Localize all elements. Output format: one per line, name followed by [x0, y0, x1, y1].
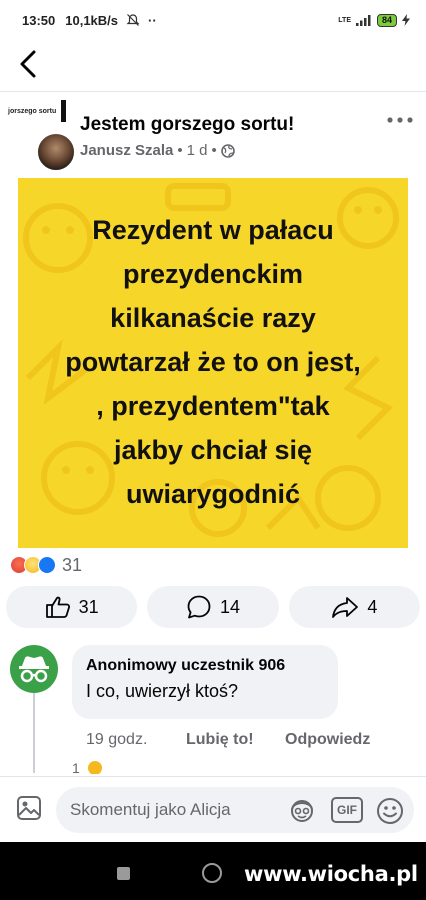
home-button[interactable] [202, 863, 222, 883]
comment-bubble[interactable]: Anonimowy uczestnik 906 I co, uwierzył k… [72, 645, 338, 719]
watermark: www.wiocha.pl [244, 862, 418, 886]
comment-meta: 19 godz. Lubię to! Odpowiedz [86, 731, 370, 749]
watermark-prefix: www. [244, 862, 308, 886]
comment-button[interactable]: 14 [147, 586, 279, 628]
battery-icon: 84 [376, 13, 397, 27]
author-avatar[interactable] [36, 132, 76, 172]
post-time[interactable]: 1 d [187, 142, 208, 159]
meta-separator: • [211, 142, 217, 159]
globe-icon [220, 143, 235, 158]
status-network-speed: 10,1kB/s [65, 12, 119, 28]
image-line: jakby chciał się [113, 435, 313, 465]
comment-count: 14 [219, 596, 240, 617]
notifications-muted-icon [126, 14, 140, 26]
image-line: powtarzał że to on jest, [65, 347, 361, 377]
like-button[interactable]: 31 [6, 586, 138, 628]
share-button[interactable]: 4 [288, 586, 420, 628]
group-logo-text: jorszego sortu [8, 107, 57, 115]
image-line: , prezydentem"tak [96, 391, 330, 421]
image-line: Rezydent w pałacu [92, 215, 334, 245]
top-nav [0, 40, 426, 92]
group-logo[interactable]: jorszego sortu [8, 100, 66, 122]
emoji-icon[interactable] [375, 796, 405, 826]
watermark-name: wiocha [307, 862, 389, 886]
watermark-suffix: .pl [388, 862, 418, 886]
photo-icon[interactable] [16, 795, 42, 821]
screen: 13:50 10,1kB/s ·· LTE 84 jorszego sortu … [0, 0, 426, 900]
comment-text: I co, uwierzył ktoś? [86, 681, 239, 701]
post-header: jorszego sortu Jestem gorszego sortu! Ja… [0, 92, 426, 178]
reaction-count: 31 [62, 554, 83, 575]
back-arrow-icon[interactable] [14, 48, 46, 80]
share-icon [332, 597, 359, 618]
post-meta: Janusz Szala • 1 d • [80, 142, 235, 159]
more-options-icon[interactable] [384, 110, 416, 130]
gif-label: GIF [337, 803, 357, 817]
commenter-avatar[interactable] [10, 645, 58, 693]
status-right: LTE 84 [338, 13, 410, 27]
anonymous-user-icon [19, 656, 49, 683]
status-bar: 13:50 10,1kB/s ·· LTE 84 [0, 0, 426, 40]
status-dots: ·· [148, 12, 157, 28]
image-line: prezydenckim [122, 259, 304, 289]
thread-line [33, 693, 35, 773]
reactions-summary[interactable]: 31 [10, 552, 82, 578]
meta-separator: • [177, 142, 183, 159]
post-actions: 31 14 4 [6, 586, 420, 628]
gif-button[interactable]: GIF [331, 797, 363, 823]
like-reaction-icon [38, 556, 56, 574]
comment-icon [187, 595, 211, 619]
image-line: uwiarygodnić [125, 479, 301, 509]
post-image-text: Rezydent w pałacu prezydenckim kilkanaśc… [18, 208, 408, 516]
image-line: kilkanaście razy [110, 303, 316, 333]
like-count: 31 [78, 596, 99, 617]
group-logo-bar [61, 100, 66, 122]
post-image[interactable]: Rezydent w pałacu prezydenckim kilkanaśc… [18, 178, 408, 548]
comment-reply-button[interactable]: Odpowiedz [285, 731, 370, 749]
signal-icon [355, 15, 371, 26]
comment-like-button[interactable]: Lubię to! [186, 731, 285, 749]
status-time: 13:50 [22, 12, 56, 28]
reply-peek-count: 1 [72, 760, 80, 774]
share-count: 4 [367, 596, 378, 617]
lte-label: LTE [338, 16, 351, 24]
group-name[interactable]: Jestem gorszego sortu! [80, 114, 294, 136]
thumbs-up-icon [45, 596, 70, 618]
recent-apps-button[interactable] [117, 867, 130, 880]
author-name[interactable]: Janusz Szala [80, 142, 173, 159]
charging-icon [402, 14, 410, 26]
comment-time: 19 godz. [86, 731, 148, 748]
comment-composer: GIF [0, 776, 426, 842]
android-nav-bar: www.wiocha.pl [0, 842, 426, 900]
reply-peek[interactable]: 1 [72, 760, 102, 774]
haha-reaction-icon [87, 761, 102, 774]
avatar-sticker-icon[interactable] [287, 797, 317, 823]
comment-author[interactable]: Anonimowy uczestnik 906 [86, 657, 324, 675]
